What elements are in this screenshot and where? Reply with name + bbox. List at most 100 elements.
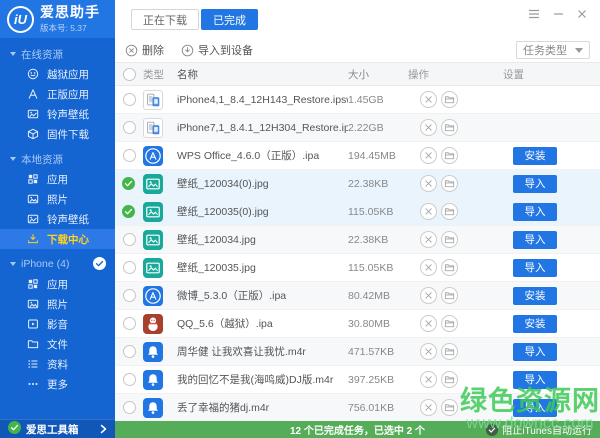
sidebar-item-firmware-download[interactable]: 固件下载 bbox=[0, 124, 115, 144]
table-row[interactable]: iPhone7,1_8.4.1_12H304_Restore.ipsw2.22G… bbox=[115, 114, 600, 142]
row-operations bbox=[408, 399, 503, 416]
table-row[interactable]: 周华健 让我欢喜让我忧.m4r471.57KB导入 bbox=[115, 338, 600, 366]
sidebar-item-ringtone-wallpaper[interactable]: 铃声壁纸 bbox=[0, 104, 115, 124]
open-folder-button[interactable] bbox=[441, 147, 458, 164]
delete-task-button[interactable] bbox=[420, 315, 437, 332]
import-button[interactable]: 导入 bbox=[513, 231, 557, 249]
delete-task-button[interactable] bbox=[420, 259, 437, 276]
install-button[interactable]: 安装 bbox=[513, 315, 557, 333]
delete-task-button[interactable] bbox=[420, 343, 437, 360]
table-row[interactable]: 丢了幸福的猪dj.m4r756.01KB导入 bbox=[115, 394, 600, 422]
import-button[interactable]: 导入 bbox=[513, 343, 557, 361]
sidebar-item-photos[interactable]: 照片 bbox=[0, 189, 115, 209]
row-checkbox[interactable] bbox=[123, 93, 136, 106]
delete-task-button[interactable] bbox=[420, 203, 437, 220]
install-button[interactable]: 安装 bbox=[513, 287, 557, 305]
import-to-device-button[interactable]: 导入到设备 bbox=[181, 42, 253, 58]
delete-button[interactable]: 删除 bbox=[125, 42, 164, 58]
open-folder-button[interactable] bbox=[441, 231, 458, 248]
row-checkbox[interactable] bbox=[123, 121, 136, 134]
table-row[interactable]: 壁纸_120034(0).jpg22.38KB导入 bbox=[115, 170, 600, 198]
import-button[interactable]: 导入 bbox=[513, 371, 557, 389]
open-folder-button[interactable] bbox=[441, 315, 458, 332]
row-operations bbox=[408, 231, 503, 248]
table-row[interactable]: 壁纸_120035.jpg115.05KB导入 bbox=[115, 254, 600, 282]
delete-task-button[interactable] bbox=[420, 371, 437, 388]
delete-task-button[interactable] bbox=[420, 399, 437, 416]
sidebar-section-header[interactable]: 在线资源 bbox=[0, 44, 115, 64]
task-type-filter[interactable]: 任务类型 bbox=[516, 41, 590, 59]
open-folder-button[interactable] bbox=[441, 287, 458, 304]
open-folder-button[interactable] bbox=[441, 343, 458, 360]
sidebar-item-ringtone-wallpaper[interactable]: 铃声壁纸 bbox=[0, 209, 115, 229]
row-checkbox[interactable] bbox=[123, 317, 136, 330]
row-checkbox[interactable] bbox=[123, 261, 136, 274]
table-row[interactable]: 微博_5.3.0（正版）.ipa80.42MB安装 bbox=[115, 282, 600, 310]
sidebar-item-photos[interactable]: 照片 bbox=[0, 294, 115, 314]
file-name: 壁纸_120034.jpg bbox=[177, 232, 348, 247]
sidebar-item-toolbox[interactable]: 爱思工具箱 bbox=[0, 419, 115, 438]
toolbox-label: 爱思工具箱 bbox=[26, 422, 79, 437]
sidebar-item-more[interactable]: 更多 bbox=[0, 374, 115, 394]
table-row[interactable]: 壁纸_120034.jpg22.38KB导入 bbox=[115, 226, 600, 254]
delete-task-button[interactable] bbox=[420, 147, 437, 164]
tab-completed[interactable]: 已完成 bbox=[201, 9, 258, 30]
table-row[interactable]: iPhone4,1_8.4_12H143_Restore.ipsw1.45GB bbox=[115, 86, 600, 114]
tab-downloading[interactable]: 正在下载 bbox=[131, 9, 199, 30]
minimize-icon[interactable] bbox=[553, 9, 564, 19]
sidebar-section-label: iPhone (4) bbox=[21, 258, 69, 270]
delete-task-button[interactable] bbox=[420, 287, 437, 304]
open-folder-button[interactable] bbox=[441, 119, 458, 136]
sidebar-item-genuine-app[interactable]: 正版应用 bbox=[0, 84, 115, 104]
checked-green-check-icon[interactable] bbox=[122, 177, 136, 191]
sidebar-item-download-center[interactable]: 下载中心 bbox=[0, 229, 115, 249]
row-type-cell bbox=[143, 258, 177, 278]
sidebar-item-files[interactable]: 文件 bbox=[0, 334, 115, 354]
sidebar-item-apps[interactable]: 应用 bbox=[0, 274, 115, 294]
import-button[interactable]: 导入 bbox=[513, 399, 557, 417]
close-icon[interactable] bbox=[577, 9, 587, 19]
row-checkbox[interactable] bbox=[123, 373, 136, 386]
import-button[interactable]: 导入 bbox=[513, 175, 557, 193]
install-button[interactable]: 安装 bbox=[513, 147, 557, 165]
sidebar-item-apps[interactable]: 应用 bbox=[0, 169, 115, 189]
table-row[interactable]: 我的回忆不是我(海鸣威)DJ版.m4r397.25KB导入 bbox=[115, 366, 600, 394]
table-row[interactable]: WPS Office_4.6.0（正版）.ipa194.45MB安装 bbox=[115, 142, 600, 170]
row-checkbox[interactable] bbox=[123, 149, 136, 162]
file-size: 22.38KB bbox=[348, 178, 408, 190]
row-checkbox[interactable] bbox=[123, 345, 136, 358]
open-folder-button[interactable] bbox=[441, 259, 458, 276]
menu-icon[interactable] bbox=[528, 9, 540, 19]
select-all-checkbox[interactable] bbox=[123, 68, 136, 81]
open-folder-button[interactable] bbox=[441, 399, 458, 416]
open-folder-button[interactable] bbox=[441, 91, 458, 108]
row-checkbox[interactable] bbox=[123, 289, 136, 302]
sidebar-item-media[interactable]: 影音 bbox=[0, 314, 115, 334]
sidebar-section-header[interactable]: iPhone (4) bbox=[0, 254, 115, 274]
block-itunes-toggle[interactable]: 阻止iTunes自动运行 bbox=[486, 422, 592, 437]
checked-green-check-icon[interactable] bbox=[122, 205, 136, 219]
open-folder-button[interactable] bbox=[441, 175, 458, 192]
delete-task-button[interactable] bbox=[420, 91, 437, 108]
import-button[interactable]: 导入 bbox=[513, 203, 557, 221]
row-check-cell bbox=[115, 261, 143, 274]
row-checkbox[interactable] bbox=[123, 401, 136, 414]
delete-task-button[interactable] bbox=[420, 175, 437, 192]
sidebar-item-jailbreak-app[interactable]: 越狱应用 bbox=[0, 64, 115, 84]
delete-task-button[interactable] bbox=[420, 231, 437, 248]
open-folder-button[interactable] bbox=[441, 371, 458, 388]
import-button[interactable]: 导入 bbox=[513, 259, 557, 277]
sidebar-item-label: 应用 bbox=[47, 172, 68, 187]
sidebar-section-header[interactable]: 本地资源 bbox=[0, 149, 115, 169]
table-row[interactable]: QQ_5.6（越狱）.ipa30.80MB安装 bbox=[115, 310, 600, 338]
caret-down-icon bbox=[575, 48, 583, 53]
row-checkbox[interactable] bbox=[123, 233, 136, 246]
sidebar-item-label: 照片 bbox=[47, 297, 68, 312]
row-type-cell bbox=[143, 314, 177, 334]
row-type-cell bbox=[143, 174, 177, 194]
delete-task-button[interactable] bbox=[420, 119, 437, 136]
sidebar-item-data[interactable]: 资料 bbox=[0, 354, 115, 374]
open-folder-button[interactable] bbox=[441, 203, 458, 220]
app-window: iU 爱思助手 版本号: 5.37 在线资源越狱应用正版应用铃声壁纸固件下载本地… bbox=[0, 0, 600, 438]
table-row[interactable]: 壁纸_120035(0).jpg115.05KB导入 bbox=[115, 198, 600, 226]
